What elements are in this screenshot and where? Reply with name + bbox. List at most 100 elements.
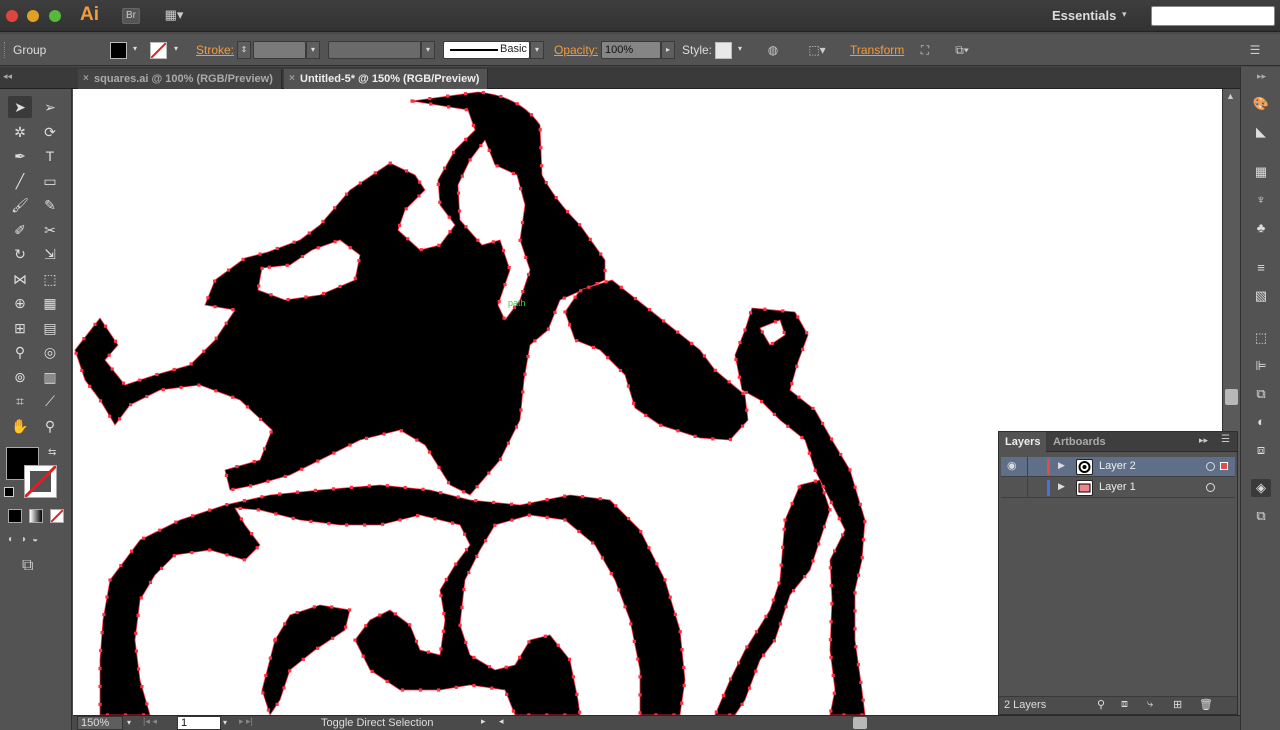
anchor-point[interactable]	[206, 296, 210, 300]
opacity-label[interactable]: Opacity:	[554, 43, 598, 57]
anchor-point[interactable]	[828, 566, 832, 570]
anchor-point[interactable]	[655, 562, 659, 566]
panel-menu-icon[interactable]: ☰	[1221, 434, 1230, 445]
transform-link[interactable]: Transform	[850, 43, 904, 57]
recolor-artwork-icon[interactable]: ◍	[764, 42, 782, 59]
anchor-point[interactable]	[833, 549, 837, 553]
anchor-point[interactable]	[214, 389, 218, 393]
anchor-point[interactable]	[74, 351, 78, 355]
rectangle-tool-icon[interactable]: ▭	[38, 170, 62, 192]
anchor-point[interactable]	[273, 639, 277, 643]
status-menu-icon[interactable]: ▸	[481, 716, 486, 727]
anchor-point[interactable]	[415, 438, 419, 442]
anchor-point[interactable]	[599, 252, 603, 256]
anchor-point[interactable]	[741, 391, 745, 395]
anchor-point[interactable]	[795, 364, 799, 368]
anchor-point[interactable]	[668, 595, 672, 599]
anchor-point[interactable]	[357, 259, 361, 263]
anchor-point[interactable]	[829, 656, 833, 660]
anchor-point[interactable]	[577, 529, 581, 534]
anchor-point[interactable]	[460, 605, 464, 609]
artboards-panel-icon[interactable]: ⧉	[1251, 507, 1271, 525]
anchor-point[interactable]	[503, 283, 507, 287]
anchor-point[interactable]	[344, 192, 349, 196]
anchor-point[interactable]	[822, 525, 826, 529]
anchor-point[interactable]	[140, 685, 144, 689]
anchor-point[interactable]	[439, 594, 443, 598]
anchor-point[interactable]	[781, 545, 785, 549]
anchor-point[interactable]	[255, 546, 259, 550]
anchor-point[interactable]	[439, 647, 443, 651]
anchor-point[interactable]	[450, 521, 455, 525]
anchor-point[interactable]	[487, 471, 491, 475]
anchor-point[interactable]	[103, 324, 108, 328]
anchor-point[interactable]	[627, 517, 631, 521]
gradient-tool-icon[interactable]: ▤	[38, 317, 62, 339]
anchor-point[interactable]	[636, 657, 640, 661]
screen-mode-icon[interactable]: ⧉	[22, 557, 33, 575]
anchor-point[interactable]	[457, 209, 462, 213]
anchor-point[interactable]	[454, 685, 458, 689]
anchor-point[interactable]	[456, 495, 460, 499]
anchor-point[interactable]	[800, 435, 804, 440]
anchor-point[interactable]	[837, 517, 841, 521]
anchor-point[interactable]	[332, 451, 336, 455]
anchor-point[interactable]	[527, 640, 531, 644]
anchor-point[interactable]	[142, 536, 146, 540]
anchor-point[interactable]	[588, 237, 592, 241]
anchor-point[interactable]	[782, 330, 786, 334]
gradient-mode-icon[interactable]	[29, 509, 43, 523]
anchor-point[interactable]	[829, 620, 833, 624]
anchor-point[interactable]	[546, 327, 550, 331]
anchor-point[interactable]	[609, 572, 613, 576]
anchor-point[interactable]	[567, 657, 572, 661]
anchor-point[interactable]	[839, 452, 843, 457]
anchor-point[interactable]	[676, 330, 680, 334]
anchor-point[interactable]	[778, 622, 782, 626]
eye-icon[interactable]: ◉	[1007, 459, 1017, 472]
anchor-point[interactable]	[321, 219, 325, 224]
anchor-point[interactable]	[829, 501, 833, 505]
anchor-point[interactable]	[476, 238, 480, 242]
anchor-point[interactable]	[853, 591, 857, 595]
anchor-point[interactable]	[745, 645, 749, 649]
anchor-point[interactable]	[506, 441, 510, 445]
anchor-point[interactable]	[370, 669, 374, 673]
anchor-point[interactable]	[269, 430, 273, 434]
anchor-point[interactable]	[213, 279, 217, 283]
anchor-point[interactable]	[400, 688, 405, 692]
align-options-icon[interactable]: ⬚▾	[804, 42, 830, 59]
anchor-point[interactable]	[202, 349, 206, 353]
anchor-point[interactable]	[446, 481, 451, 485]
anchor-point[interactable]	[527, 501, 531, 505]
anchor-point[interactable]	[242, 558, 246, 562]
anchor-point[interactable]	[539, 146, 543, 150]
anchor-point[interactable]	[484, 539, 488, 543]
anchor-point[interactable]	[108, 578, 112, 582]
anchor-point[interactable]	[647, 546, 651, 550]
anchor-point[interactable]	[626, 384, 630, 388]
anchor-point[interactable]	[790, 501, 794, 506]
pen-tool-icon[interactable]: ✒	[8, 145, 32, 167]
anchor-point[interactable]	[853, 485, 857, 489]
anchor-point[interactable]	[417, 194, 421, 198]
anchor-point[interactable]	[404, 169, 409, 173]
anchor-point[interactable]	[614, 504, 618, 508]
anchor-point[interactable]	[578, 223, 582, 227]
anchor-point[interactable]	[110, 367, 114, 371]
magic-wand-tool-icon[interactable]: ✲	[8, 121, 32, 143]
anchor-point[interactable]	[82, 337, 86, 341]
anchor-point[interactable]	[139, 596, 143, 600]
none-mode-icon[interactable]	[50, 509, 64, 523]
anchor-point[interactable]	[121, 381, 126, 385]
anchor-point[interactable]	[282, 686, 286, 690]
anchor-point[interactable]	[797, 485, 801, 489]
anchor-point[interactable]	[511, 709, 515, 713]
anchor-point[interactable]	[773, 320, 777, 324]
anchor-point[interactable]	[545, 515, 549, 519]
anchor-point[interactable]	[510, 518, 514, 522]
anchor-point[interactable]	[760, 400, 764, 404]
anchor-point[interactable]	[790, 382, 794, 386]
anchor-point[interactable]	[189, 362, 193, 366]
color-guide-icon[interactable]: ◣	[1251, 123, 1271, 141]
